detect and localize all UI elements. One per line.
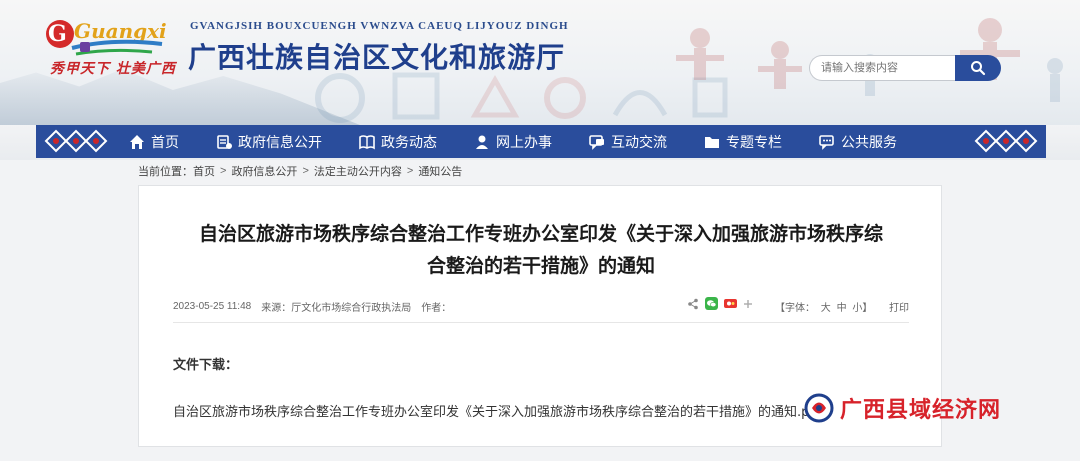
- wechat-icon[interactable]: [705, 297, 718, 310]
- nav-item-label: 公共服务: [841, 133, 897, 150]
- book-icon: [358, 133, 376, 151]
- breadcrumb-prefix: 当前位置：: [138, 166, 193, 178]
- search-icon: [971, 61, 986, 76]
- file-download-label: 文件下载：: [173, 358, 239, 373]
- nav-item-special-topics[interactable]: 专题专栏: [703, 125, 782, 158]
- main-nav: 首页 政府信息公开 政务动态 网上办事 互动交流 专题专栏 公共服务: [116, 125, 968, 158]
- site-title: 广西壮族自治区文化和旅游厅: [188, 41, 566, 74]
- home-icon: [128, 133, 146, 151]
- nav-item-label: 互动交流: [611, 133, 667, 150]
- print-button[interactable]: 打印: [889, 299, 909, 314]
- article-title: 自治区旅游市场秩序综合整治工作专班办公室印发《关于深入加强旅游市场秩序综 合整治…: [159, 218, 923, 282]
- folder-icon: [703, 133, 721, 151]
- font-size-label: 【字体：: [775, 303, 815, 314]
- nav-item-home[interactable]: 首页: [128, 125, 179, 158]
- site-header: G Guangxi 秀甲天下 壮美广西 GVANGJSIH BOUXCUENGH…: [0, 0, 1080, 125]
- article-author: 作者：: [421, 303, 452, 314]
- share-bar: [687, 297, 759, 310]
- nav-item-label: 政务动态: [381, 133, 437, 150]
- site-title-zhuang: GVANGJSIH BOUXCUENGH VWNZVA CAEUQ LIJYOU…: [190, 20, 569, 32]
- nav-ornament-left: [36, 125, 116, 158]
- breadcrumb: 当前位置： 首页 > 政府信息公开 > 法定主动公开内容 > 通知公告: [138, 163, 462, 179]
- article-meta: 2023-05-25 11:48 来源：厅文化市场综合行政执法局 作者：: [173, 299, 461, 314]
- nav-item-online-service[interactable]: 网上办事: [473, 125, 552, 158]
- logo-wordmark: Guangxi: [74, 19, 167, 43]
- nav-item-gov-info[interactable]: 政府信息公开: [215, 125, 322, 158]
- share-icon[interactable]: [687, 298, 699, 310]
- svg-text:G: G: [48, 21, 67, 47]
- breadcrumb-item-notices[interactable]: 通知公告: [418, 163, 462, 179]
- watermark-logo: [804, 393, 834, 423]
- weibo-icon[interactable]: [724, 297, 737, 310]
- breadcrumb-item-home[interactable]: 首页: [193, 163, 215, 179]
- article-title-line-2: 合整治的若干措施》的通知: [426, 255, 655, 277]
- breadcrumb-item-gov-info[interactable]: 政府信息公开: [231, 163, 297, 179]
- breadcrumb-separator: >: [406, 165, 414, 177]
- user-icon: [473, 133, 491, 151]
- nav-item-label: 网上办事: [496, 133, 552, 150]
- watermark: 广西县域经济网: [804, 392, 1001, 424]
- nav-item-label: 首页: [151, 133, 179, 150]
- service-chat-icon: [818, 133, 836, 151]
- breadcrumb-item-statutory[interactable]: 法定主动公开内容: [314, 163, 402, 179]
- breadcrumb-separator: >: [302, 165, 309, 177]
- search-box: [809, 55, 1001, 81]
- chat-icon: [588, 133, 606, 151]
- breadcrumb-separator: >: [220, 165, 227, 177]
- file-download-link[interactable]: 自治区旅游市场秩序综合整治工作专班办公室印发《关于深入加强旅游市场秩序综合整治的…: [173, 401, 822, 420]
- search-input[interactable]: [809, 55, 959, 81]
- article-title-line-1: 自治区旅游市场秩序综合整治工作专班办公室印发《关于深入加强旅游市场秩序综: [198, 223, 883, 245]
- nav-item-interaction[interactable]: 互动交流: [588, 125, 667, 158]
- info-hand-icon: [215, 133, 233, 151]
- article-source: 来源：厅文化市场综合行政执法局: [261, 303, 412, 314]
- font-size-control: 【字体： 大 中 小】: [775, 299, 875, 314]
- font-size-medium[interactable]: 中: [837, 303, 847, 314]
- slogan: 秀甲天下 壮美广西: [50, 61, 176, 77]
- meta-divider: [173, 322, 909, 323]
- watermark-text: 广西县域经济网: [840, 397, 1002, 423]
- nav-item-label: 专题专栏: [726, 133, 782, 150]
- publish-date: 2023-05-25 11:48: [173, 301, 252, 312]
- nav-item-label: 政府信息公开: [238, 133, 322, 150]
- nav-item-public-service[interactable]: 公共服务: [818, 125, 897, 158]
- font-size-large[interactable]: 大: [821, 303, 831, 314]
- nav-ornament-right: [966, 125, 1046, 158]
- more-share-icon[interactable]: [743, 299, 753, 309]
- font-size-small[interactable]: 小】: [852, 303, 872, 314]
- nav-bar-wrap: 首页 政府信息公开 政务动态 网上办事 互动交流 专题专栏 公共服务: [0, 125, 1080, 160]
- search-button[interactable]: [955, 55, 1001, 81]
- nav-item-gov-news[interactable]: 政务动态: [358, 125, 437, 158]
